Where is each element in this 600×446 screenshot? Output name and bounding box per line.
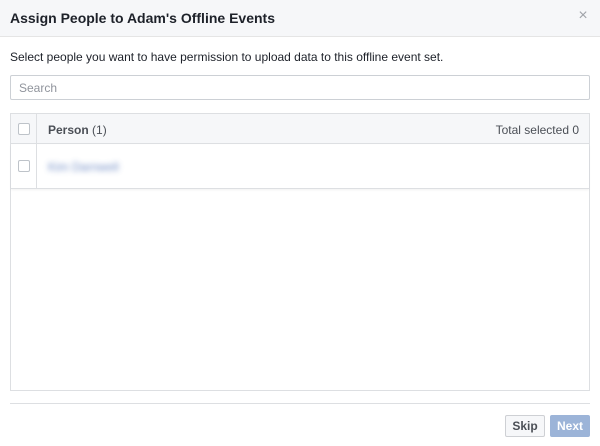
total-selected: Total selected 0: [495, 123, 579, 137]
dialog-description: Select people you want to have permissio…: [10, 50, 444, 64]
table-row[interactable]: Kim Darnwell: [11, 145, 589, 189]
next-button[interactable]: Next: [550, 415, 590, 437]
checkbox-column-divider: [36, 114, 37, 189]
search-input[interactable]: [10, 75, 590, 100]
person-name: Kim Darnwell: [48, 160, 119, 174]
row-checkbox[interactable]: [18, 160, 30, 172]
person-column-header: Person (1): [48, 123, 107, 137]
person-count: (1): [92, 123, 107, 137]
footer-divider: [10, 403, 590, 404]
table-header: Person (1) Total selected 0: [11, 114, 589, 144]
person-column-label: Person: [48, 123, 89, 137]
dialog-header: Assign People to Adam's Offline Events ×: [0, 0, 600, 37]
assign-people-dialog: Assign People to Adam's Offline Events ×…: [0, 0, 600, 446]
close-icon[interactable]: ×: [576, 8, 590, 24]
people-table: Person (1) Total selected 0 Kim Darnwell: [10, 113, 590, 391]
dialog-title: Assign People to Adam's Offline Events: [10, 10, 275, 26]
skip-button[interactable]: Skip: [505, 415, 545, 437]
select-all-checkbox[interactable]: [18, 123, 30, 135]
